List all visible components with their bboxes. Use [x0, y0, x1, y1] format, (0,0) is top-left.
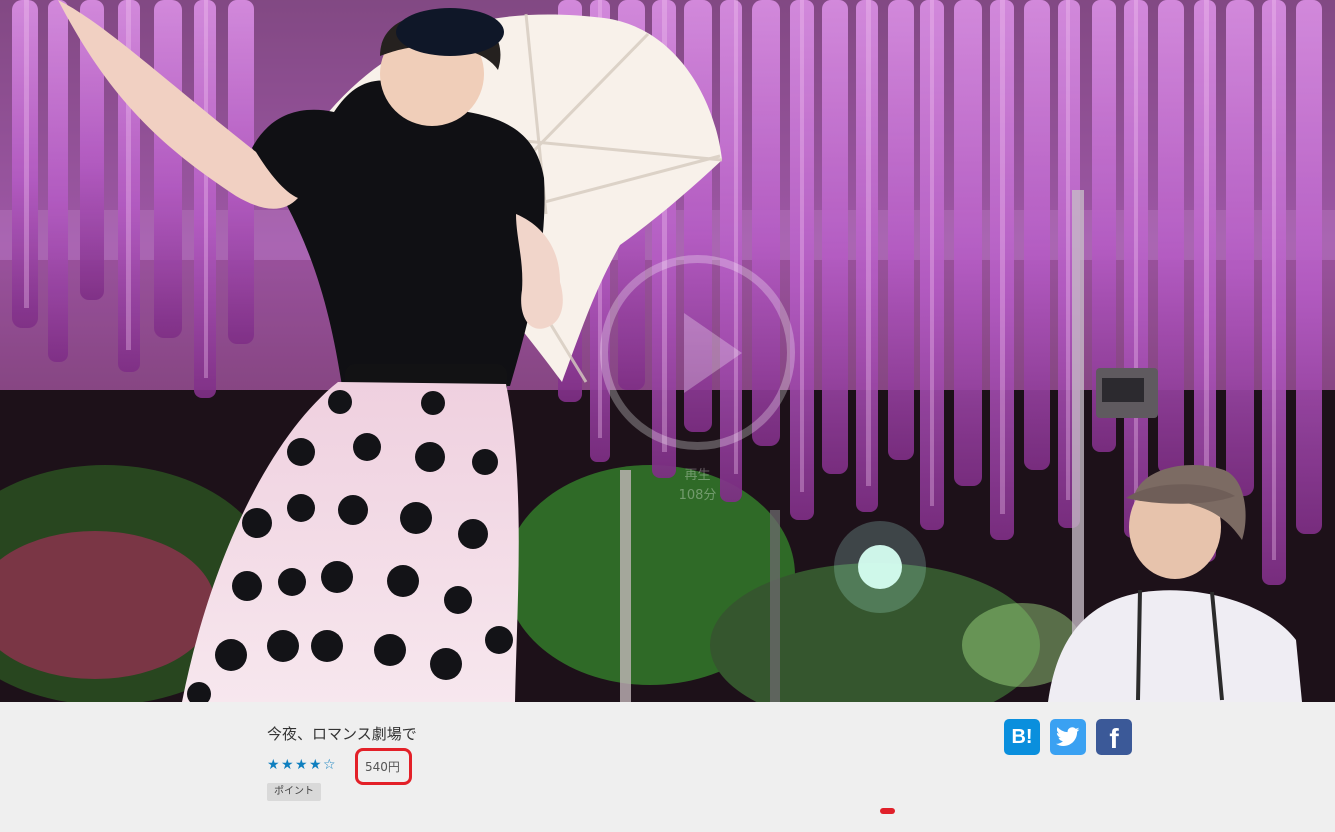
star-outline-icon: ☆ — [323, 757, 336, 773]
play-label: 再生 108分 — [660, 466, 735, 506]
star-icon: ★ — [295, 757, 308, 773]
points-badge: ポイント — [267, 783, 321, 801]
play-label-line1: 再生 — [684, 468, 711, 483]
duration-label: 108分 — [678, 488, 717, 503]
share-buttons: B! f — [1004, 719, 1132, 755]
facebook-share-button[interactable]: f — [1096, 719, 1132, 755]
star-icon: ★ — [309, 757, 322, 773]
hatena-bookmark-button[interactable]: B! — [1004, 719, 1040, 755]
price-highlight — [355, 748, 412, 785]
facebook-f-icon: f — [1109, 723, 1119, 754]
annotation-mark — [880, 808, 895, 814]
rating-stars: ★ ★ ★ ★ ☆ — [267, 757, 336, 773]
movie-title: 今夜、ロマンス劇場で — [267, 725, 417, 743]
star-icon: ★ — [281, 757, 294, 773]
movie-info-panel: 今夜、ロマンス劇場で ★ ★ ★ ★ ☆ 540円 ポイント B! f — [0, 702, 1335, 832]
star-icon: ★ — [267, 757, 280, 773]
twitter-bird-icon — [1056, 727, 1080, 747]
twitter-share-button[interactable] — [1050, 719, 1086, 755]
video-hero[interactable]: 再生 108分 — [0, 0, 1335, 702]
hatena-bookmark-icon: B! — [1011, 726, 1033, 748]
play-button[interactable] — [600, 255, 795, 450]
play-circle-icon — [684, 313, 742, 393]
